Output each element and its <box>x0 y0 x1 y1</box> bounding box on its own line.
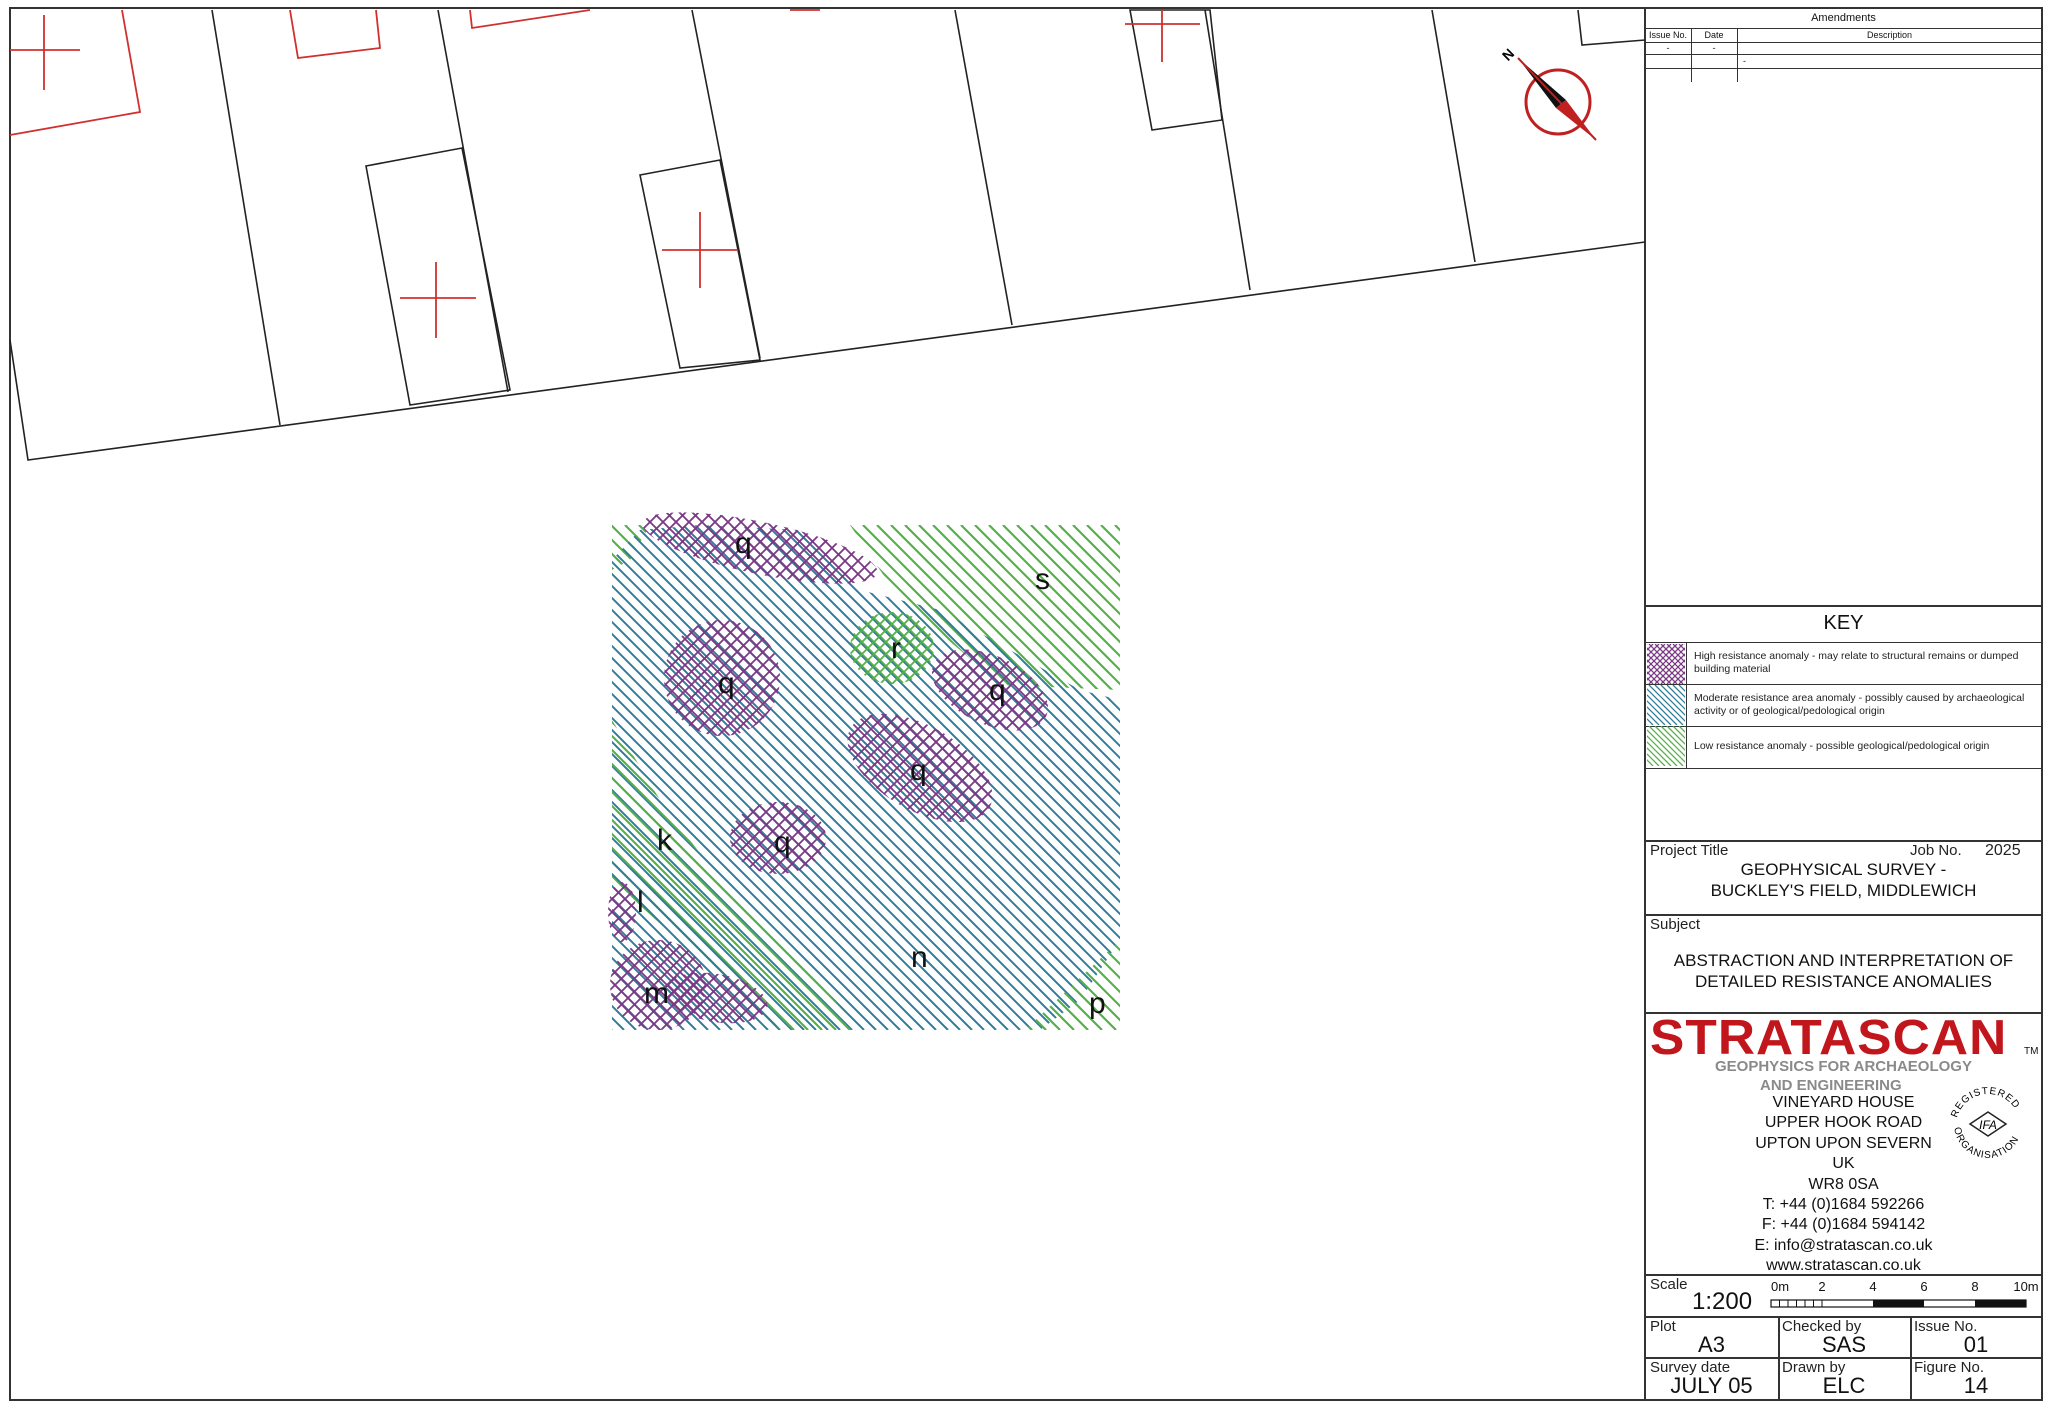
job-no-label: Job No. <box>1910 842 1962 859</box>
anomaly-label: m <box>644 977 669 1010</box>
seal-center-text: IFA <box>1979 1118 1997 1132</box>
anomaly-label: k <box>657 824 673 857</box>
anomaly-label: q <box>774 826 791 859</box>
anomaly-label: n <box>911 941 928 974</box>
anomaly-label: p <box>1089 987 1106 1020</box>
scale-tick-label: 8 <box>1971 1279 1978 1294</box>
scale-label: Scale <box>1650 1276 1688 1293</box>
project-title-line2: BUCKLEY'S FIELD, MIDDLEWICH <box>1710 881 1977 900</box>
crosshatch-patch <box>637 497 883 599</box>
company-tagline2: AND ENGINEERING <box>1760 1077 1902 1094</box>
col-description: Description <box>1866 30 1913 40</box>
scale-tick-label: 6 <box>1920 1279 1927 1294</box>
subject-line1: ABSTRACTION AND INTERPRETATION OF <box>1673 951 2014 970</box>
row-issue: - <box>1666 43 1670 53</box>
scale-tick-label: 2 <box>1818 1279 1825 1294</box>
north-arrow-icon: N <box>1499 45 1597 141</box>
ifa-seal-icon: REGISTERED ORGANISATION IFA <box>1949 1086 2021 1161</box>
email: E: info@stratascan.co.uk <box>1754 1236 1933 1254</box>
company-tm: TM <box>2024 1046 2039 1057</box>
project-title-line1: GEOPHYSICAL SURVEY - <box>1740 860 1947 879</box>
scale-tick-label: 4 <box>1869 1279 1876 1294</box>
crosshatch-patch <box>730 802 826 874</box>
key-title: KEY <box>1823 612 1864 634</box>
job-no: 2025 <box>1985 842 2021 859</box>
subject-label: Subject <box>1650 916 1701 933</box>
project-title-label: Project Title <box>1650 842 1729 859</box>
anomaly-label: s <box>1035 563 1050 596</box>
scale-segment <box>1975 1300 2026 1307</box>
subject-line2: DETAILED RESISTANCE ANOMALIES <box>1695 972 1992 991</box>
anomaly-label: l <box>637 886 644 919</box>
scale-bar: 0m 2 4 6 8 10m <box>1770 1279 2039 1308</box>
anomaly-label: q <box>718 667 735 700</box>
row-date: - <box>1712 43 1716 53</box>
scale-tick-label: 10m <box>2013 1279 2038 1294</box>
fax: F: +44 (0)1684 594142 <box>1761 1216 1926 1234</box>
anomaly-label: q <box>735 527 752 560</box>
amendments-title: Amendments <box>1811 12 1876 24</box>
key-item-moderate: Moderate resistance area anomaly - possi… <box>1694 692 2025 717</box>
drawing-sheet: N q q q q q r s kl m n p Amendments Issue No. Date… <box>0 0 2048 1404</box>
checked-value: SAS <box>1821 1332 1867 1357</box>
col-date: Date <box>1704 30 1724 40</box>
grid-pegs <box>9 9 1200 338</box>
plot-value: A3 <box>1698 1332 1725 1357</box>
anomaly-label: r <box>891 632 901 665</box>
crosshatch-patch <box>660 965 772 1031</box>
amendments-table: Amendments Issue No. Date Description - … <box>1645 8 2042 82</box>
anomaly-hatching <box>608 497 1120 1031</box>
phone: T: +44 (0)1684 592266 <box>1762 1196 1925 1214</box>
row-description: - <box>1743 56 1746 66</box>
anomaly-label: q <box>989 674 1006 707</box>
north-label: N <box>1499 45 1517 63</box>
anomaly-label: q <box>910 754 927 787</box>
property-boundaries <box>9 9 1646 461</box>
key-swatches <box>1647 644 1685 766</box>
key-item-high: High resistance anomaly - may relate to … <box>1694 650 2019 675</box>
company-tagline1: GEOPHYSICS FOR ARCHAEOLOGY <box>1715 1058 1972 1075</box>
address-line: WR8 0SA <box>1808 1175 1879 1193</box>
scale-value: 1:200 <box>1692 1288 1753 1315</box>
issue-value: 01 <box>1963 1332 1989 1357</box>
drawn-value: ELC <box>1822 1373 1866 1398</box>
scale-tick-label: 0m <box>1771 1279 1789 1294</box>
survey-date-value: JULY 05 <box>1670 1373 1753 1398</box>
scale-segment <box>1873 1300 1924 1307</box>
key-item-low: Low resistance anomaly - possible geolog… <box>1694 740 1990 752</box>
col-issue: Issue No. <box>1648 30 1688 40</box>
figure-value: 14 <box>1963 1373 1989 1398</box>
